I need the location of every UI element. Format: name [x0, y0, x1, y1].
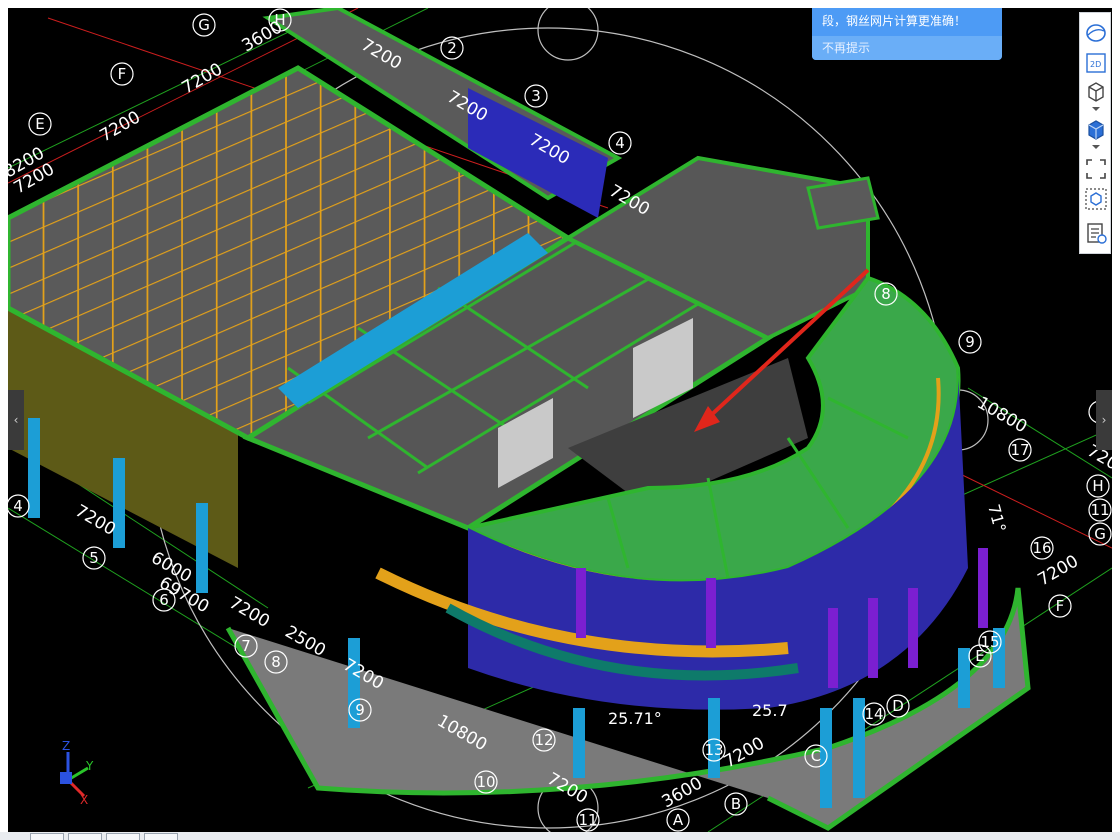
solid-box-view-icon[interactable] — [1084, 117, 1108, 141]
axis-label: 16 — [1032, 539, 1051, 557]
chevron-right-icon: › — [1101, 413, 1107, 427]
axis-label: 4 — [615, 134, 625, 152]
bottom-tab[interactable] — [144, 833, 178, 840]
axis-label: A — [673, 811, 684, 829]
dimension-label: 7200 — [72, 501, 119, 540]
building-model-canvas[interactable]: 3600 7200 7200 7200 7200 7200 7200 8200 … — [8, 8, 1112, 832]
bottom-tab-bar — [0, 832, 1120, 840]
3d-box-view-icon[interactable] — [1084, 79, 1108, 103]
axis-label: G — [1094, 525, 1106, 543]
axis-label: 8 — [881, 285, 891, 303]
fullscreen-frame-icon[interactable] — [1084, 157, 1108, 181]
left-panel-toggle[interactable]: ‹ — [8, 390, 24, 450]
axis-label: 9 — [965, 333, 975, 351]
bottom-tab[interactable] — [68, 833, 102, 840]
right-panel-toggle[interactable]: › — [1096, 390, 1112, 450]
angle-label: 25.7 — [752, 701, 788, 720]
axis-label: 7 — [241, 637, 251, 655]
orbit-view-icon[interactable] — [1084, 21, 1108, 45]
axis-label: 3 — [531, 87, 541, 105]
dont-show-again-button[interactable]: 不再提示 — [812, 36, 1002, 60]
axis-label: F — [1056, 597, 1065, 615]
local-3d-view-icon[interactable] — [1084, 187, 1108, 211]
axis-label: 6 — [159, 591, 169, 609]
orbit-handle-top[interactable] — [537, 8, 599, 61]
axis-gizmo-x: X — [80, 793, 88, 807]
chevron-down-icon[interactable] — [1092, 107, 1100, 111]
axis-gizmo-y: Y — [85, 759, 94, 773]
axis-label: 10 — [476, 773, 495, 791]
axis-label: 8 — [271, 653, 281, 671]
bottom-tab[interactable] — [106, 833, 140, 840]
dimension-label: 7200 — [1035, 551, 1082, 590]
properties-view-icon[interactable] — [1084, 221, 1108, 245]
dimension-label: 10800 — [974, 393, 1031, 437]
axis-label: F — [118, 65, 127, 83]
axis-label: 11 — [578, 811, 597, 829]
axis-label: 5 — [89, 549, 99, 567]
axis-gizmo: Z Y X — [60, 739, 94, 807]
3d-model-viewport[interactable]: 3600 7200 7200 7200 7200 7200 7200 8200 … — [8, 8, 1112, 832]
view-toolbar: 2D — [1079, 12, 1111, 254]
chevron-down-icon[interactable] — [1092, 145, 1100, 149]
axis-label: G — [198, 16, 210, 34]
axis-label: 9 — [355, 701, 365, 719]
axis-label: 4 — [13, 497, 23, 515]
svg-text:2D: 2D — [1090, 60, 1101, 69]
axis-label: 11 — [1090, 501, 1109, 519]
axis-label: H — [1092, 477, 1103, 495]
axis-label: 13 — [704, 741, 723, 759]
dont-show-again-label: 不再提示 — [822, 41, 871, 55]
angle-label: 71° — [984, 502, 1010, 534]
tip-text: 段，钢丝网片计算更准确！ — [822, 14, 967, 28]
axis-label: C — [811, 747, 821, 765]
axis-label: E — [975, 647, 984, 665]
axis-label: 12 — [534, 731, 553, 749]
axis-label: 17 — [1010, 441, 1029, 459]
axis-label: 14 — [864, 705, 883, 723]
bottom-tab[interactable] — [30, 833, 64, 840]
dimension-label: 7200 — [226, 593, 273, 632]
axis-label: D — [892, 697, 904, 715]
app-window: 3600 7200 7200 7200 7200 7200 7200 8200 … — [0, 0, 1120, 840]
axis-gizmo-z: Z — [62, 739, 70, 753]
2d-view-icon[interactable]: 2D — [1084, 51, 1108, 75]
axis-label: B — [731, 795, 741, 813]
chevron-left-icon: ‹ — [13, 413, 19, 427]
angle-label: 25.71° — [608, 709, 662, 728]
axis-label: E — [35, 115, 44, 133]
tip-notification: 段，钢丝网片计算更准确！ 不再提示 — [812, 8, 1002, 60]
axis-label: 2 — [447, 39, 457, 57]
axis-label: H — [274, 11, 285, 29]
